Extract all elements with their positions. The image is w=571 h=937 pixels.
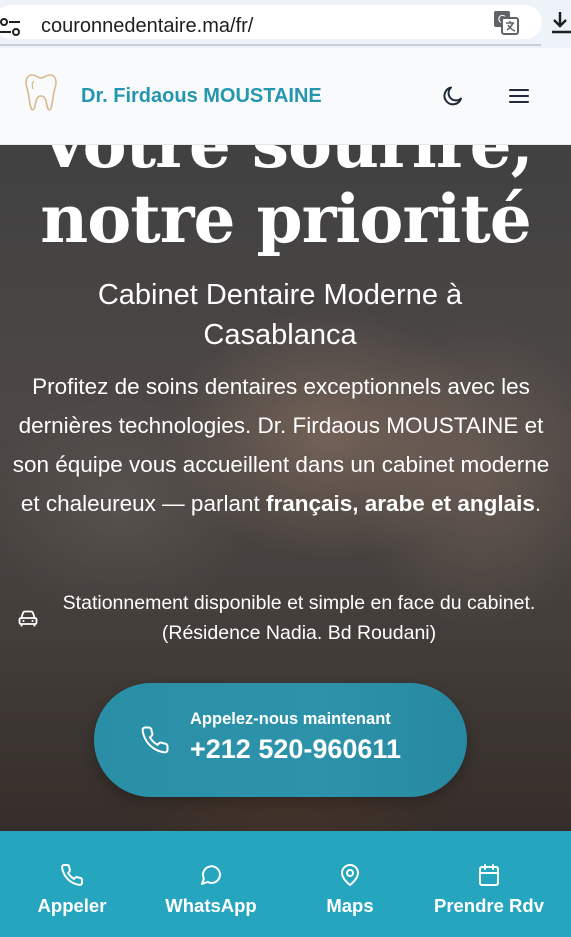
moon-icon[interactable] [441,84,465,108]
tooth-logo-icon[interactable] [24,72,58,112]
hero-title-line-1: Votre sourire, [0,145,571,182]
nav-maps-label: Maps [326,895,374,916]
address-field[interactable]: couronnedentaire.ma/fr/ [0,5,542,39]
site-header: Dr. Firdaous MOUSTAINE [0,48,571,145]
phone-icon [61,863,84,886]
translate-icon[interactable]: G [492,8,520,36]
download-icon[interactable] [550,8,571,36]
hamburger-menu-icon[interactable] [507,84,531,108]
calendar-icon [479,864,499,886]
browser-url-bar: couronnedentaire.ma/fr/ G [0,0,571,48]
languages-text: français, arabe et anglais [265,491,535,516]
parking-info: Stationnement disponible et simple en fa… [62,592,536,644]
bottom-navigation: Appeler WhatsApp Maps Prendre Rdv [0,831,571,937]
phone-icon [141,726,169,754]
nav-whatsapp-button[interactable]: WhatsApp [151,831,271,937]
hero-description: Profitez de soins dentaires exceptionnel… [8,367,554,523]
chat-bubble-icon [201,865,222,885]
url-bar-divider [0,44,541,46]
call-phone-number: +212 520-960611 [190,734,401,764]
hero-subtitle: Cabinet Dentaire Moderne à Casablanca [97,279,463,351]
nav-maps-button[interactable]: Maps [290,831,410,937]
car-icon [18,610,38,627]
nav-appointment-button[interactable]: Prendre Rdv [429,831,549,937]
nav-appointment-label: Prendre Rdv [433,895,544,916]
call-button-label: Appelez-nous maintenant [190,710,391,728]
brand-name[interactable]: Dr. Firdaous MOUSTAINE [81,85,322,108]
map-pin-icon [341,864,359,886]
description-end: . [534,491,542,516]
url-text[interactable]: couronnedentaire.ma/fr/ [41,15,253,38]
nav-whatsapp-label: WhatsApp [165,895,257,916]
nav-call-button[interactable]: Appeler [12,831,132,937]
hero-title-line-2: notre priorité [40,180,532,258]
call-now-button[interactable]: Appelez-nous maintenant +212 520-960611 [94,683,467,797]
tune-icon[interactable] [0,13,24,41]
hero-section: Votre sourire, notre priorité Cabinet De… [0,145,571,831]
nav-call-label: Appeler [37,895,107,916]
